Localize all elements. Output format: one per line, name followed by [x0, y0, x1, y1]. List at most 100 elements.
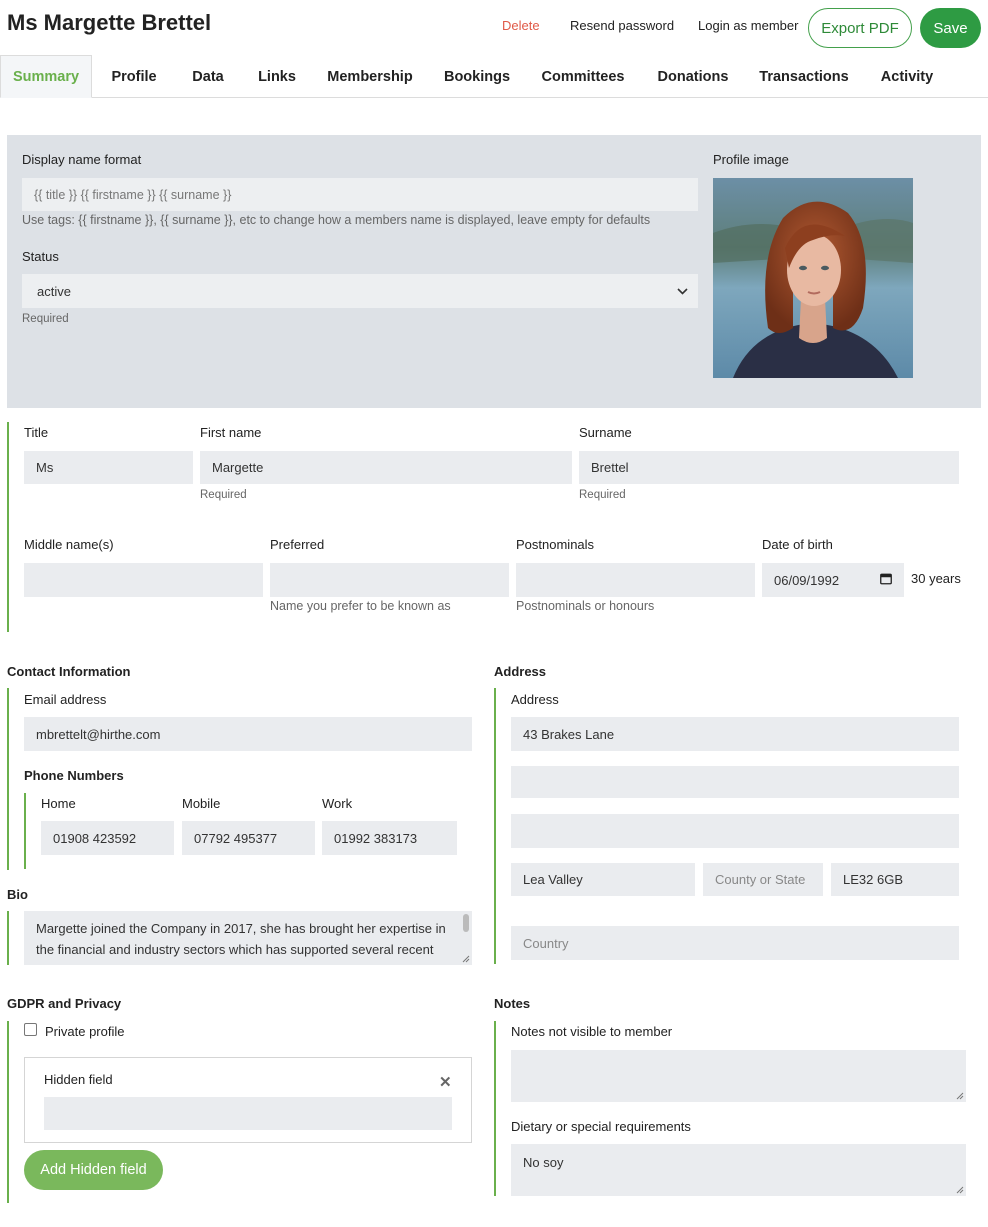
work-phone-value: 01992 383173	[334, 830, 418, 846]
chevron-down-icon	[677, 284, 688, 298]
postcode-value: LE32 6GB	[843, 872, 903, 887]
surname-value: Brettel	[591, 460, 629, 475]
town-input[interactable]: Lea Valley	[511, 863, 695, 896]
status-selected-value: active	[37, 283, 71, 299]
page-title: Ms Margette Brettel	[7, 10, 212, 35]
home-phone-input[interactable]: 01908 423592	[41, 821, 174, 855]
preferred-input[interactable]	[270, 563, 509, 597]
display-name-format-input[interactable]: {{ title }} {{ firstname }} {{ surname }…	[22, 178, 698, 211]
preferred-hint: Name you prefer to be known as	[270, 599, 451, 613]
address-section-rule	[494, 688, 496, 964]
bio-textarea[interactable]: Margette joined the Company in 2017, she…	[24, 911, 472, 965]
postcode-input[interactable]: LE32 6GB	[831, 863, 959, 896]
tab-donations[interactable]: Donations	[648, 55, 738, 98]
dietary-value: No soy	[523, 1155, 564, 1170]
town-value: Lea Valley	[523, 872, 583, 887]
resend-password-link[interactable]: Resend password	[570, 18, 674, 33]
address-line1-input[interactable]: 43 Brakes Lane	[511, 717, 959, 751]
bio-scrollbar[interactable]	[463, 914, 469, 932]
surname-label: Surname	[579, 425, 632, 440]
tab-summary[interactable]: Summary	[0, 55, 92, 98]
tab-links[interactable]: Links	[248, 55, 306, 98]
tab-membership[interactable]: Membership	[318, 55, 422, 98]
save-button[interactable]: Save	[920, 8, 981, 48]
hidden-field-input[interactable]	[44, 1097, 452, 1130]
email-value: mbrettelt@hirthe.com	[36, 726, 161, 742]
gdpr-section-rule	[7, 1021, 9, 1203]
address-label: Address	[511, 692, 559, 707]
first-name-label: First name	[200, 425, 262, 440]
bio-title: Bio	[7, 887, 28, 902]
first-name-value: Margette	[212, 460, 264, 475]
tab-committees[interactable]: Committees	[532, 55, 634, 98]
title-label: Title	[24, 425, 49, 440]
date-of-birth-input[interactable]: 06/09/1992	[762, 563, 904, 597]
gdpr-section-title: GDPR and Privacy	[7, 996, 122, 1011]
contact-section-rule	[7, 688, 9, 870]
title-value: Ms	[36, 460, 54, 475]
calendar-icon[interactable]	[880, 573, 892, 588]
private-notes-label: Notes not visible to member	[511, 1024, 673, 1039]
middle-name-input[interactable]	[24, 563, 263, 597]
status-select[interactable]: active	[22, 274, 698, 308]
first-name-input[interactable]: Margette	[200, 451, 572, 484]
tab-bar: Summary Profile Data Links Membership Bo…	[0, 55, 988, 98]
dietary-textarea[interactable]: No soy	[511, 1144, 966, 1196]
work-phone-label: Work	[322, 796, 353, 811]
delete-link[interactable]: Delete	[502, 18, 540, 33]
first-name-required-hint: Required	[200, 489, 247, 501]
age-text: 30 years	[911, 571, 961, 586]
tab-transactions[interactable]: Transactions	[752, 55, 856, 98]
address-section-title: Address	[494, 664, 547, 679]
status-required-hint: Required	[22, 313, 69, 325]
email-input[interactable]: mbrettelt@hirthe.com	[24, 717, 472, 751]
profile-image[interactable]	[713, 178, 913, 378]
mobile-phone-label: Mobile	[182, 796, 221, 811]
hidden-field-label: Hidden field	[44, 1072, 113, 1087]
resize-grip-icon[interactable]	[462, 955, 470, 963]
display-name-format-label: Display name format	[22, 152, 142, 167]
address-line3-input[interactable]	[511, 814, 959, 848]
profile-image-label: Profile image	[713, 152, 789, 167]
status-label: Status	[22, 249, 59, 264]
surname-input[interactable]: Brettel	[579, 451, 959, 484]
work-phone-input[interactable]: 01992 383173	[322, 821, 457, 855]
display-name-format-hint: Use tags: {{ firstname }}, {{ surname }}…	[22, 213, 651, 227]
preferred-label: Preferred	[270, 537, 325, 552]
contact-section-title: Contact Information	[7, 664, 131, 679]
home-phone-label: Home	[41, 796, 76, 811]
display-name-format-placeholder: {{ title }} {{ firstname }} {{ surname }…	[34, 187, 232, 202]
surname-required-hint: Required	[579, 489, 626, 501]
notes-section-rule	[494, 1021, 496, 1196]
county-placeholder: County or State	[715, 872, 806, 887]
name-section-rule	[7, 422, 9, 632]
bio-text: Margette joined the Company in 2017, she…	[36, 921, 446, 957]
address-line1-value: 43 Brakes Lane	[523, 726, 615, 742]
add-hidden-field-button[interactable]: Add Hidden field	[24, 1150, 163, 1190]
phone-section-rule	[24, 793, 26, 869]
county-input[interactable]: County or State	[703, 863, 823, 896]
private-profile-label: Private profile	[45, 1024, 125, 1039]
login-as-member-link[interactable]: Login as member	[698, 18, 798, 33]
close-icon[interactable]: ✕	[439, 1073, 452, 1091]
country-placeholder: Country	[523, 935, 569, 951]
tab-bookings[interactable]: Bookings	[436, 55, 518, 98]
address-line2-input[interactable]	[511, 766, 959, 798]
country-input[interactable]: Country	[511, 926, 959, 960]
private-profile-checkbox[interactable]	[24, 1023, 37, 1036]
title-input[interactable]: Ms	[24, 451, 193, 484]
resize-grip-icon[interactable]	[956, 1092, 964, 1100]
private-notes-textarea[interactable]	[511, 1050, 966, 1102]
tab-data[interactable]: Data	[180, 55, 236, 98]
mobile-phone-input[interactable]: 07792 495377	[182, 821, 315, 855]
notes-section-title: Notes	[494, 996, 531, 1011]
postnominals-label: Postnominals	[516, 537, 595, 552]
tab-profile[interactable]: Profile	[100, 55, 168, 98]
postnominals-input[interactable]	[516, 563, 755, 597]
home-phone-value: 01908 423592	[53, 830, 137, 846]
date-of-birth-label: Date of birth	[762, 537, 833, 552]
export-pdf-button[interactable]: Export PDF	[808, 8, 912, 48]
resize-grip-icon[interactable]	[956, 1186, 964, 1194]
tab-activity[interactable]: Activity	[870, 55, 944, 98]
email-label: Email address	[24, 692, 107, 707]
